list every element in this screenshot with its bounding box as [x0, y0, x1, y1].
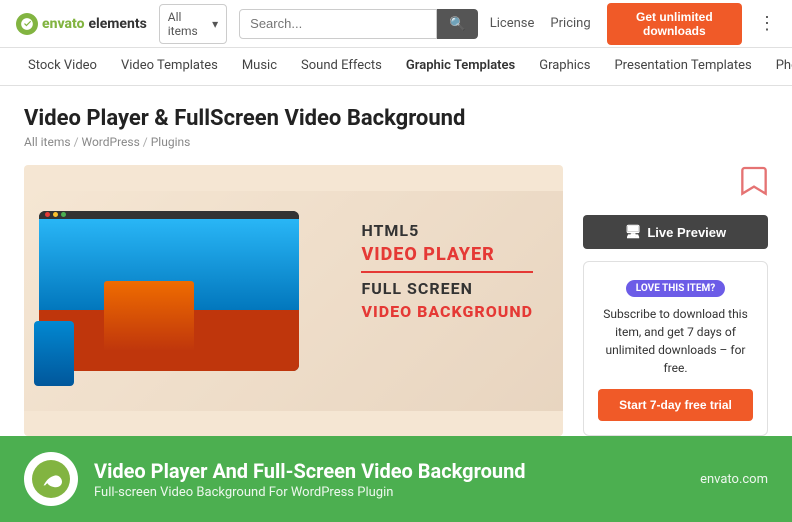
- device-mock-tablet: [104, 281, 194, 351]
- logo-elements-text: elements: [88, 16, 146, 32]
- breadcrumb-sep2: /: [143, 135, 151, 149]
- preview-fullscreen-text: FULL SCREEN: [361, 279, 533, 298]
- nav-item-graphics[interactable]: Graphics: [527, 48, 602, 86]
- search-button[interactable]: 🔍: [437, 9, 478, 39]
- nav-item-graphic-templates[interactable]: Graphic Templates: [394, 48, 527, 86]
- content-row: HTML5 VIDEO PLAYER FULL SCREEN VIDEO BAC…: [24, 165, 768, 436]
- bottom-logo-circle: [24, 452, 78, 506]
- love-badge: Love this item?: [626, 280, 725, 297]
- nav-item-sound-effects[interactable]: Sound Effects: [289, 48, 394, 86]
- search-icon: 🔍: [449, 16, 466, 31]
- bottom-title: Video Player And Full-Screen Video Backg…: [94, 459, 684, 483]
- pricing-link[interactable]: Pricing: [550, 16, 590, 31]
- sidebar: 🖥 Live Preview Love this item? Subscribe…: [583, 165, 768, 436]
- preview-video-player-text: VIDEO PLAYER: [361, 244, 533, 265]
- breadcrumb-all-items[interactable]: All items: [24, 135, 71, 149]
- main-nav: Stock Video Video Templates Music Sound …: [0, 48, 792, 86]
- monitor-icon: 🖥: [625, 224, 642, 240]
- device-mock-phone: [34, 321, 74, 386]
- filter-dropdown[interactable]: All items ▾: [159, 4, 227, 44]
- trial-button[interactable]: Start 7-day free trial: [598, 389, 753, 421]
- subscribe-box: Love this item? Subscribe to download th…: [583, 261, 768, 436]
- bottom-domain: envato.com: [700, 472, 768, 487]
- live-preview-label: Live Preview: [647, 225, 726, 240]
- search-wrap: 🔍: [239, 9, 478, 39]
- nav-item-video-templates[interactable]: Video Templates: [109, 48, 230, 86]
- envato-logo-icon: [16, 13, 38, 35]
- nav-item-photos[interactable]: Photos: [764, 48, 792, 86]
- header: envatoelements All items ▾ 🔍 License Pri…: [0, 0, 792, 48]
- bottom-logo-inner: [32, 460, 70, 498]
- breadcrumb-wordpress[interactable]: WordPress: [82, 135, 140, 149]
- page-title: Video Player & FullScreen Video Backgrou…: [24, 106, 768, 131]
- subscribe-text: Subscribe to download this item, and get…: [598, 305, 753, 377]
- logo: envatoelements: [16, 13, 147, 35]
- search-input[interactable]: [239, 9, 437, 39]
- bottom-bar: Video Player And Full-Screen Video Backg…: [0, 436, 792, 522]
- nav-item-music[interactable]: Music: [230, 48, 289, 86]
- bottom-subtitle: Full-screen Video Background For WordPre…: [94, 485, 684, 500]
- preview-video-bg-text: VIDEO BACKGROUND: [361, 302, 533, 321]
- cta-button[interactable]: Get unlimited downloads: [607, 3, 742, 45]
- page-content: Video Player & FullScreen Video Backgrou…: [0, 86, 792, 436]
- nav-item-stock-video[interactable]: Stock Video: [16, 48, 109, 86]
- chevron-down-icon: ▾: [212, 17, 218, 31]
- live-preview-button[interactable]: 🖥 Live Preview: [583, 215, 768, 249]
- preview-area: HTML5 VIDEO PLAYER FULL SCREEN VIDEO BAC…: [24, 165, 563, 436]
- bookmark-area: [583, 165, 768, 199]
- preview-html5-text: HTML5: [361, 221, 533, 240]
- logo-envato-text: envato: [42, 16, 84, 32]
- bookmark-icon[interactable]: [740, 165, 768, 199]
- bottom-logo-icon: [40, 468, 62, 490]
- filter-label: All items: [168, 10, 208, 38]
- header-links: License Pricing Get unlimited downloads …: [490, 3, 776, 45]
- breadcrumb-sep1: /: [74, 135, 82, 149]
- breadcrumb: All items / WordPress / Plugins: [24, 135, 768, 149]
- preview-image: HTML5 VIDEO PLAYER FULL SCREEN VIDEO BAC…: [24, 191, 563, 411]
- license-link[interactable]: License: [490, 16, 535, 31]
- bottom-info: Video Player And Full-Screen Video Backg…: [94, 459, 684, 500]
- breadcrumb-plugins[interactable]: Plugins: [151, 135, 191, 149]
- preview-text-overlay: HTML5 VIDEO PLAYER FULL SCREEN VIDEO BAC…: [361, 221, 533, 321]
- more-menu-button[interactable]: ⋮: [758, 13, 776, 34]
- nav-item-presentation-templates[interactable]: Presentation Templates: [602, 48, 763, 86]
